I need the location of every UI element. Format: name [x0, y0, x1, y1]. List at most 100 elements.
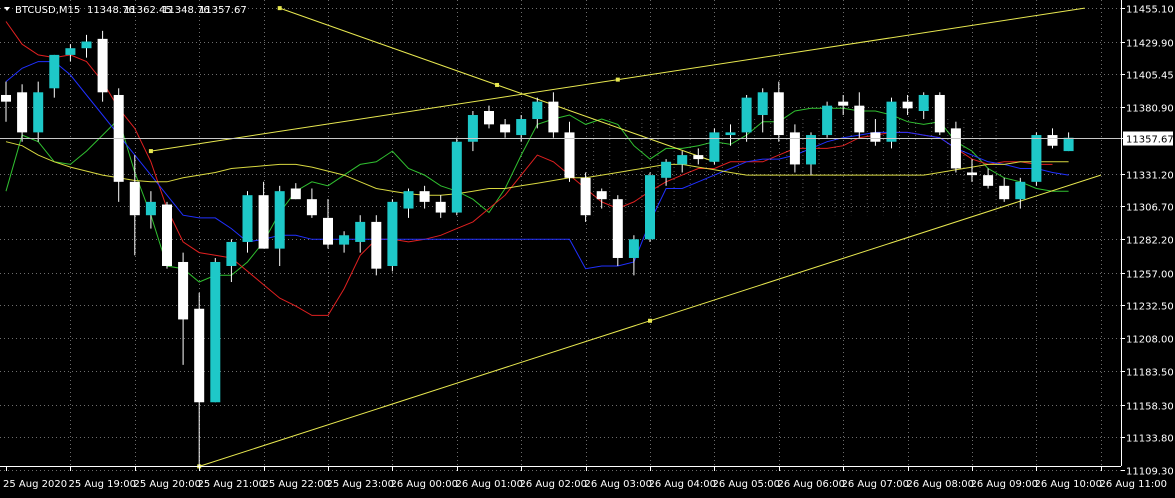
current-price-label: 11357.67: [1126, 135, 1174, 146]
price-tick-label: 11109.30: [1126, 467, 1174, 478]
candle-body-bear: [564, 132, 575, 178]
candle-body-bear: [596, 191, 607, 200]
candle-body-bear: [178, 261, 189, 320]
candle-body-bear: [500, 124, 511, 133]
candle-body-bull: [403, 191, 414, 209]
candle-body-bear: [17, 92, 28, 133]
time-tick-label: 25 Aug 23:00: [327, 479, 394, 490]
candle-body-bull: [661, 161, 672, 178]
candle-body-bear: [999, 185, 1010, 200]
candle-body-bull: [806, 135, 816, 165]
time-tick-label: 25 Aug 2020: [3, 479, 67, 490]
price-tick-label: 11133.80: [1126, 434, 1174, 445]
symbol-label: BTCUSD,M15: [15, 5, 80, 16]
trendline-anchor: [148, 149, 153, 154]
price-tick-label: 11282.20: [1126, 236, 1174, 247]
candle-body-bull: [677, 155, 688, 165]
candle-body-bear: [1, 94, 11, 102]
time-tick-label: 25 Aug 21:00: [198, 479, 265, 490]
candle-body-bear: [290, 188, 301, 200]
candle-body-bull: [274, 191, 285, 249]
time-tick-label: 26 Aug 00:00: [391, 479, 458, 490]
chart-area[interactable]: 11455.10 11429.90 11405.45 11380.90 11357.67…: [0, 0, 1175, 494]
candle-body-bull: [33, 92, 44, 133]
candle-body-bull: [387, 201, 398, 266]
chart-header: BTCUSD,M15 11348.76 11362.45 11348.76 11…: [4, 5, 247, 16]
candle-body-bear: [419, 191, 430, 202]
candle-body-bear: [967, 172, 977, 176]
price-tick-label: 11380.90: [1126, 104, 1174, 115]
candle-body-bull: [65, 48, 76, 55]
candle-body-bear: [435, 201, 446, 213]
close-value: 11357.67: [199, 5, 247, 16]
candle-body-bear: [789, 132, 800, 165]
candle-body-bull: [145, 201, 156, 216]
candle-body-bull: [628, 239, 639, 258]
candle-body-bear: [870, 132, 881, 142]
candle-body-bull: [532, 101, 543, 120]
time-tick-label: 26 Aug 07:00: [842, 479, 909, 490]
candle-body-bull: [210, 261, 221, 403]
candle-body-bear: [580, 177, 591, 216]
trendline-anchor: [648, 318, 652, 323]
candle-body-bear: [371, 221, 382, 269]
time-tick-label: 26 Aug 01:00: [456, 479, 523, 490]
candle-body-bear: [548, 101, 559, 133]
candle-body-bull: [741, 97, 752, 133]
price-axis: 11455.10 11429.90 11405.45 11380.90 11357.67…: [1121, 5, 1174, 478]
price-tick-label: 11183.50: [1126, 368, 1174, 379]
time-tick-label: 26 Aug 05:00: [713, 479, 780, 490]
time-tick-label: 26 Aug 09:00: [971, 479, 1038, 490]
time-tick-label: 26 Aug 04:00: [649, 479, 716, 490]
candlestick-chart[interactable]: 11455.10 11429.90 11405.45 11380.90 11357.67…: [0, 0, 1175, 494]
candle-body-bear: [1047, 135, 1058, 146]
candle-body-bear: [838, 101, 849, 106]
trendline-anchor: [495, 82, 500, 87]
candle-body-bear: [194, 308, 205, 403]
time-tick-label: 26 Aug 11:00: [1100, 479, 1167, 490]
candle-body-bull: [918, 94, 929, 112]
candle-body-bear: [950, 128, 961, 169]
candle-body-bear: [162, 204, 172, 266]
candle-body-bear: [97, 38, 108, 93]
candle-body-bear: [306, 199, 317, 216]
time-tick-label: 26 Aug 03:00: [585, 479, 652, 490]
price-tick-label: 11257.00: [1126, 270, 1174, 281]
time-tick-label: 25 Aug 19:00: [69, 479, 136, 490]
price-tick-label: 11158.30: [1126, 402, 1174, 413]
candle-body-bear: [612, 199, 623, 258]
candle-body-bear: [983, 175, 994, 186]
candle-body-bull: [81, 41, 92, 49]
candle-body-bull: [757, 92, 768, 116]
candle-body-bear: [902, 101, 913, 109]
candle-body-bull: [516, 119, 527, 136]
price-tick-label: 11455.10: [1126, 5, 1174, 16]
price-tick-label: 11405.45: [1126, 71, 1174, 82]
price-tick-label: 11208.00: [1126, 335, 1174, 346]
candle-body-bull: [1031, 135, 1042, 182]
candle-body-bull: [451, 141, 462, 213]
candle-body-bull: [709, 132, 720, 162]
time-tick-label: 26 Aug 08:00: [907, 479, 974, 490]
trendline-anchor: [615, 77, 620, 82]
candle-body-bull: [355, 221, 366, 242]
price-tick-label: 11429.90: [1126, 39, 1174, 50]
candle-body-bear: [773, 92, 784, 136]
trendline-anchor: [277, 6, 282, 11]
candle-body-bear: [484, 111, 494, 125]
time-tick-label: 25 Aug 20:00: [134, 479, 201, 490]
candle-body-bull: [467, 115, 478, 142]
candle-body-bull: [339, 235, 350, 245]
candle-body-bull: [226, 241, 237, 266]
time-tick-label: 25 Aug 22:00: [263, 479, 330, 490]
candle-body-bear: [854, 105, 865, 133]
candle-body-bear: [323, 217, 333, 245]
candle-body-bull: [242, 195, 253, 242]
price-tick-label: 11331.20: [1126, 171, 1174, 182]
candle-body-bull: [49, 54, 60, 89]
candle-body-bull: [886, 101, 897, 142]
candle-body-bull: [1063, 137, 1074, 152]
candle-body-bull: [1015, 181, 1026, 200]
price-tick-label: 11232.50: [1126, 302, 1174, 313]
candle-body-bear: [129, 181, 140, 216]
